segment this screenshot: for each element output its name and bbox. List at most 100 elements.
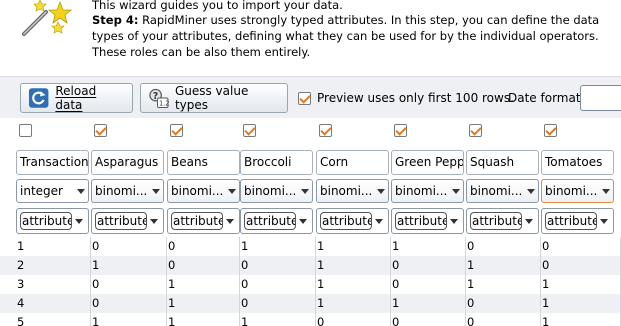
value-type-dropdown[interactable]: binomi... <box>167 179 240 203</box>
table-cell: 1 <box>541 275 621 294</box>
column-name-field[interactable]: Transaction <box>16 150 89 175</box>
column-name-field[interactable]: Beans <box>167 150 240 175</box>
attribute-grid: Transaction integer attribute Asparagus bino… <box>0 118 621 326</box>
chevron-down-icon <box>228 189 236 194</box>
role-dropdown[interactable]: attribute <box>240 208 313 234</box>
table-cell: 0 <box>541 237 621 256</box>
table-cell: 1 <box>391 237 466 256</box>
value-type-value: integer <box>20 184 63 198</box>
toolbar: Reload data ? 1.2 Guess value types Prev… <box>0 76 621 118</box>
table-row[interactable]: 10011100 <box>0 237 621 256</box>
magic-wand-icon <box>22 0 73 36</box>
value-type-value: binomi... <box>244 184 297 198</box>
column-select-checkbox[interactable] <box>469 124 482 137</box>
table-row[interactable]: 30101011 <box>0 275 621 294</box>
reload-data-label: Reload data <box>55 84 97 112</box>
chevron-down-icon <box>452 189 460 194</box>
value-type-dropdown[interactable]: binomi... <box>466 179 539 203</box>
table-cell: 1 <box>391 294 466 313</box>
column-name-field[interactable]: Squash <box>466 150 539 175</box>
value-type-dropdown[interactable]: binomi... <box>240 179 313 203</box>
table-cell: 1 <box>167 294 240 313</box>
role-value: attribute <box>470 212 522 230</box>
role-value: attribute <box>171 212 223 230</box>
value-type-value: binomi... <box>470 184 523 198</box>
chevron-down-icon <box>152 189 160 194</box>
column-select-checkbox[interactable] <box>19 124 32 137</box>
column-name-field[interactable]: Corn <box>316 150 389 175</box>
column-name-field[interactable]: Tomatoes <box>541 150 614 175</box>
table-cell: 0 <box>391 313 466 326</box>
guess-value-types-button[interactable]: ? 1.2 Guess value types <box>140 83 288 113</box>
table-row[interactable]: 40101101 <box>0 294 621 313</box>
column-select-checkbox[interactable] <box>394 124 407 137</box>
table-cell: 0 <box>466 237 541 256</box>
role-dropdown[interactable]: attribute <box>91 208 164 234</box>
value-type-value: binomi... <box>320 184 373 198</box>
chevron-down-icon <box>77 189 85 194</box>
column-select-checkbox[interactable] <box>94 124 107 137</box>
chevron-down-icon <box>527 189 535 194</box>
role-value: attribute <box>244 212 296 230</box>
table-row[interactable]: 21001010 <box>0 256 621 275</box>
table-cell: 0 <box>541 256 621 275</box>
role-dropdown[interactable]: attribute <box>541 208 614 234</box>
table-cell: 1 <box>541 294 621 313</box>
svg-text:1.2: 1.2 <box>159 100 169 108</box>
table-cell: 0 <box>91 275 167 294</box>
value-type-value: binomi... <box>395 184 448 198</box>
table-cell: 1 <box>167 275 240 294</box>
value-type-dropdown[interactable]: binomi... <box>541 179 614 203</box>
wizard-header: This wizard guides you to import your da… <box>0 0 621 76</box>
value-type-dropdown[interactable]: binomi... <box>91 179 164 203</box>
table-cell: 0 <box>391 256 466 275</box>
role-dropdown[interactable]: attribute <box>167 208 240 234</box>
table-cell: 1 <box>167 313 240 326</box>
table-cell: 1 <box>316 256 391 275</box>
column-select-checkbox[interactable] <box>243 124 256 137</box>
column-select-checkbox[interactable] <box>170 124 183 137</box>
table-cell: 1 <box>16 237 91 256</box>
chevron-down-icon <box>226 219 234 224</box>
table-cell: 0 <box>167 256 240 275</box>
chevron-down-icon <box>75 219 83 224</box>
value-type-value: binomi... <box>171 184 224 198</box>
value-type-dropdown[interactable]: binomi... <box>316 179 389 203</box>
table-cell: 0 <box>316 313 391 326</box>
preview-option[interactable]: Preview uses only first 100 rows. <box>298 91 514 105</box>
table-cell: 2 <box>16 256 91 275</box>
role-value: attribute <box>545 212 597 230</box>
table-row[interactable]: 51110001 <box>0 313 621 326</box>
column-select-checkbox[interactable] <box>319 124 332 137</box>
chevron-down-icon <box>301 189 309 194</box>
value-type-value: binomi... <box>545 184 598 198</box>
role-value: attribute <box>20 212 72 230</box>
column-select-checkbox[interactable] <box>544 124 557 137</box>
chevron-down-icon <box>600 219 608 224</box>
reload-data-button[interactable]: Reload data <box>20 83 133 113</box>
role-dropdown[interactable]: attribute <box>466 208 539 234</box>
table-cell: 0 <box>391 275 466 294</box>
guess-value-types-label: Guess value types <box>174 84 249 112</box>
column-name-field[interactable]: Broccoli <box>240 150 313 175</box>
guess-types-icon: ? 1.2 <box>149 88 169 109</box>
step-text: RapidMiner uses strongly typed attribute… <box>92 13 600 59</box>
role-dropdown[interactable]: attribute <box>391 208 464 234</box>
column-name-field[interactable]: Asparagus <box>91 150 164 175</box>
chevron-down-icon <box>299 219 307 224</box>
date-format-input[interactable] <box>580 85 621 111</box>
role-dropdown[interactable]: attribute <box>16 208 89 234</box>
table-cell: 1 <box>466 256 541 275</box>
table-cell: 0 <box>91 237 167 256</box>
chevron-down-icon <box>450 219 458 224</box>
chevron-down-icon <box>375 219 383 224</box>
column-name-field[interactable]: Green Pepp <box>391 150 464 175</box>
chevron-down-icon <box>377 189 385 194</box>
value-type-dropdown[interactable]: binomi... <box>391 179 464 203</box>
role-value: attribute <box>320 212 372 230</box>
value-type-dropdown[interactable]: integer <box>16 179 89 203</box>
chevron-down-icon <box>150 219 158 224</box>
table-cell: 0 <box>466 313 541 326</box>
role-dropdown[interactable]: attribute <box>316 208 389 234</box>
preview-checkbox[interactable] <box>298 91 311 105</box>
